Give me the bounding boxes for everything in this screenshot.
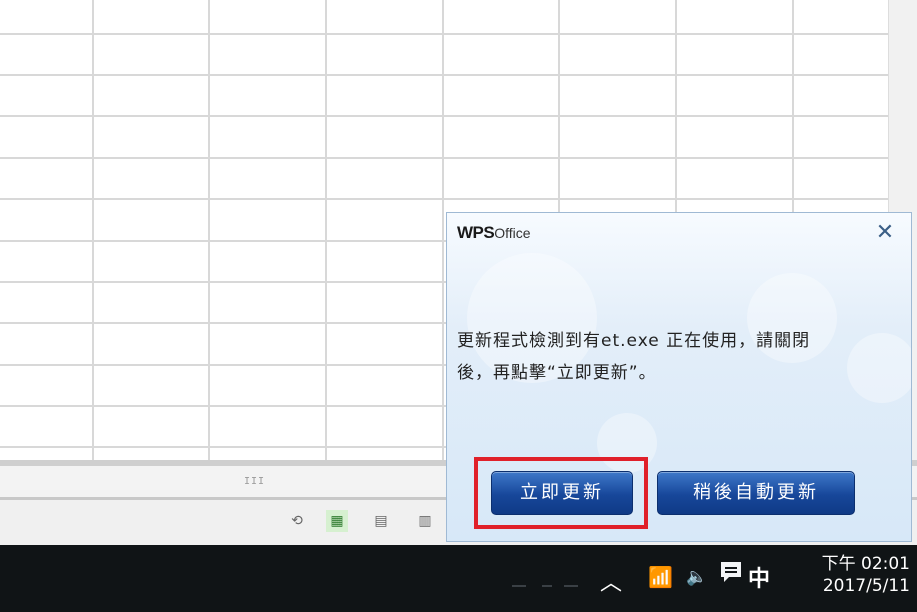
wps-office-logo: WPSOffice xyxy=(457,223,531,243)
show-hidden-icons-icon[interactable]: ︿ xyxy=(600,565,622,597)
clock-time: 下午 02:01 xyxy=(821,554,910,574)
grid-column-line xyxy=(92,0,94,460)
message-line: 後，再點擊“立即更新”。 xyxy=(457,363,657,383)
grid-row-line xyxy=(0,157,890,159)
grid-row-line xyxy=(0,33,890,35)
grid-column-line xyxy=(208,0,210,460)
taskbar-clock[interactable]: 下午 02:01 2017/5/11 xyxy=(800,553,910,597)
tray-faded-icons xyxy=(512,585,578,587)
grid-row-line xyxy=(0,198,890,200)
highlight-box xyxy=(474,457,648,529)
wifi-icon[interactable]: 📶 xyxy=(648,565,673,589)
update-later-button[interactable]: 稍後自動更新 xyxy=(657,471,855,515)
clock-date: 2017/5/11 xyxy=(822,576,910,596)
dialog-message: 更新程式檢測到有et.exe 正在使用，請關閉 後，再點擊“立即更新”。 xyxy=(457,325,897,389)
notification-icon[interactable] xyxy=(718,559,744,585)
close-icon[interactable]: ✕ xyxy=(873,219,897,247)
normal-view-icon[interactable]: ▦ xyxy=(326,510,348,532)
page-layout-icon[interactable]: ▤ xyxy=(370,510,392,532)
scrollbar-grip[interactable]: III xyxy=(244,476,265,487)
ime-indicator[interactable]: 中 xyxy=(748,561,770,593)
windows-taskbar: ︿ 📶 🔈 中 下午 02:01 2017/5/11 xyxy=(0,545,917,612)
logo-brand: WPS xyxy=(457,223,495,242)
history-icon[interactable]: ⟲ xyxy=(286,510,308,532)
logo-product: Office xyxy=(494,225,531,241)
grid-column-line xyxy=(325,0,327,460)
page-break-view-icon[interactable]: ▥ xyxy=(414,510,436,532)
grid-column-line xyxy=(442,0,444,460)
volume-icon[interactable]: 🔈 xyxy=(686,567,707,587)
grid-row-line xyxy=(0,115,890,117)
grid-row-line xyxy=(0,74,890,76)
message-line: 更新程式檢測到有et.exe 正在使用，請關閉 xyxy=(457,331,811,351)
